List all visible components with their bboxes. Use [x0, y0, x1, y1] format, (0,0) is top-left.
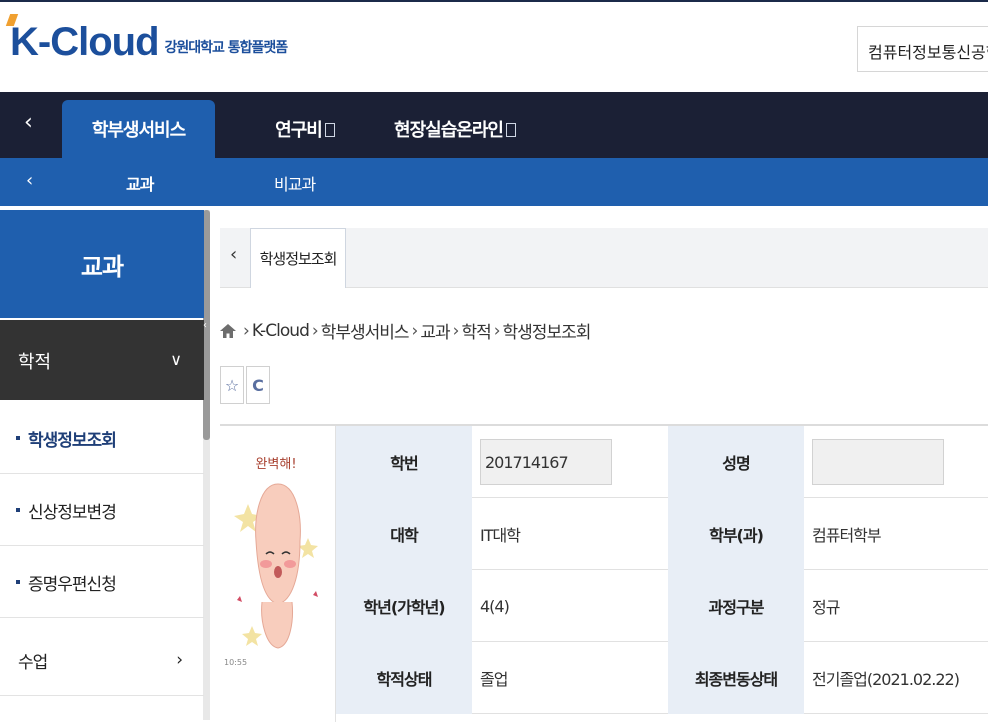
- sidebar-item-classes[interactable]: 수업 ›: [0, 624, 204, 696]
- bullet-icon: [16, 580, 20, 584]
- external-link-icon: [324, 123, 335, 137]
- top-nav: ‹ 학부생서비스 연구비 현장실습온라인: [0, 92, 988, 158]
- bullet-icon: [16, 508, 20, 512]
- sidebar-item-label: 학생정보조회: [28, 431, 117, 451]
- name-field[interactable]: [812, 439, 944, 485]
- favorite-star-icon[interactable]: ☆: [220, 366, 244, 404]
- tab-research-fund[interactable]: 연구비: [250, 100, 360, 158]
- breadcrumb-item[interactable]: 학적: [461, 318, 491, 343]
- last-change-value: 전기졸업(2021.02.22): [812, 670, 960, 689]
- student-id-label: 학번: [336, 426, 472, 498]
- top-nav-back-icon[interactable]: ‹: [24, 110, 33, 135]
- info-row: 대학 IT대학 학부(과) 컴퓨터학부: [336, 498, 988, 570]
- info-row: 학적상태 졸업 최종변동상태 전기졸업(2021.02.22): [336, 642, 988, 714]
- department-value: 컴퓨터학부: [812, 526, 882, 545]
- sidebar-item-personal-info-change[interactable]: 신상정보변경: [0, 474, 204, 546]
- home-icon[interactable]: [220, 323, 236, 338]
- subnav-item-curricular[interactable]: 교과: [126, 171, 154, 195]
- academic-status-label: 학적상태: [336, 642, 472, 714]
- external-link-icon: [505, 123, 516, 137]
- breadcrumb-item[interactable]: 교과: [420, 318, 450, 343]
- sidebar-item-label: 수업: [18, 653, 48, 673]
- breadcrumb: › K-Cloud › 학부생서비스 › 교과 › 학적 › 학생정보조회: [220, 318, 592, 343]
- sidebar-collapse-icon[interactable]: ‹: [203, 320, 207, 331]
- student-photo: 완벽해! 10:55: [220, 426, 336, 722]
- character-sticker: 완벽해!: [234, 457, 318, 649]
- chevron-down-icon: ∨: [170, 350, 182, 369]
- tab-field-practice[interactable]: 현장실습온라인: [390, 100, 520, 158]
- sidebar-group-label: 학적: [18, 352, 52, 373]
- year-label: 학년(가학년): [336, 570, 472, 642]
- course-value: 정규: [812, 598, 840, 617]
- breadcrumb-item[interactable]: K-Cloud: [252, 321, 310, 341]
- last-change-label: 최종변동상태: [668, 642, 804, 714]
- tab-back-icon[interactable]: ‹: [230, 244, 237, 265]
- bullet-icon: [16, 436, 20, 440]
- sidebar-item-label: 증명우편신청: [28, 575, 117, 595]
- sidebar-item-certificate-mail[interactable]: 증명우편신청: [0, 546, 204, 618]
- student-info-table: 완벽해! 10:55 학번 201714167 성명 대학 IT대학 학부(과)…: [220, 424, 988, 722]
- student-id-value: 201714167: [472, 426, 668, 498]
- sub-nav-back-icon[interactable]: ‹: [26, 170, 33, 191]
- sidebar-item-label: 신상정보변경: [28, 503, 117, 523]
- svg-text:완벽해!: 완벽해!: [255, 457, 296, 472]
- subnav-item-extracurricular[interactable]: 비교과: [274, 171, 316, 195]
- sidebar-title: 교과: [0, 210, 204, 318]
- college-label: 대학: [336, 498, 472, 570]
- tab-label: 연구비: [275, 120, 323, 141]
- tab-undergrad-service[interactable]: 학부생서비스: [62, 100, 215, 158]
- academic-status-value: 졸업: [480, 670, 508, 689]
- year-value: 4(4): [480, 596, 510, 616]
- course-label: 과정구분: [668, 570, 804, 642]
- header: K-Cloud 강원대학교 통합플랫폼 컴퓨터정보통신공학전공: [0, 0, 988, 92]
- tab-student-info[interactable]: 학생정보조회: [250, 228, 346, 288]
- k-cloud-logo[interactable]: K-Cloud 강원대학교 통합플랫폼: [5, 14, 289, 65]
- sub-nav: ‹ 교과 비교과: [0, 158, 988, 206]
- main-content: ‹ 학생정보조회 › K-Cloud › 학부생서비스 › 교과 › 학적 › …: [220, 210, 988, 722]
- sidebar-group-academic-record[interactable]: 학적 ∨: [0, 320, 204, 400]
- department-select[interactable]: 컴퓨터정보통신공학전공: [857, 26, 988, 72]
- breadcrumb-item: 학생정보조회: [502, 323, 592, 343]
- tab-label: 학부생서비스: [91, 120, 186, 141]
- logo-text: K-Cloud: [5, 14, 160, 65]
- name-label: 성명: [668, 426, 804, 498]
- name-value: [804, 426, 988, 498]
- sidebar: 교과 학적 ∨ ‹ 학생정보조회 신상정보변경 증명우편신청 수업 ›: [0, 210, 210, 720]
- refresh-icon[interactable]: C: [246, 366, 270, 404]
- department-label: 학부(과): [668, 498, 804, 570]
- logo-subtitle: 강원대학교 통합플랫폼: [164, 40, 289, 56]
- info-row: 학년(가학년) 4(4) 과정구분 정규: [336, 570, 988, 642]
- chevron-right-icon: ›: [176, 650, 183, 670]
- college-value: IT대학: [480, 526, 521, 545]
- photo-timestamp: 10:55: [224, 658, 248, 667]
- student-id-field[interactable]: 201714167: [480, 439, 612, 485]
- breadcrumb-item[interactable]: 학부생서비스: [321, 318, 410, 343]
- sidebar-item-student-info[interactable]: 학생정보조회: [0, 402, 204, 474]
- tab-label: 현장실습온라인: [394, 120, 504, 141]
- page-tab-bar: ‹ 학생정보조회: [220, 228, 988, 288]
- info-row: 학번 201714167 성명: [336, 426, 988, 498]
